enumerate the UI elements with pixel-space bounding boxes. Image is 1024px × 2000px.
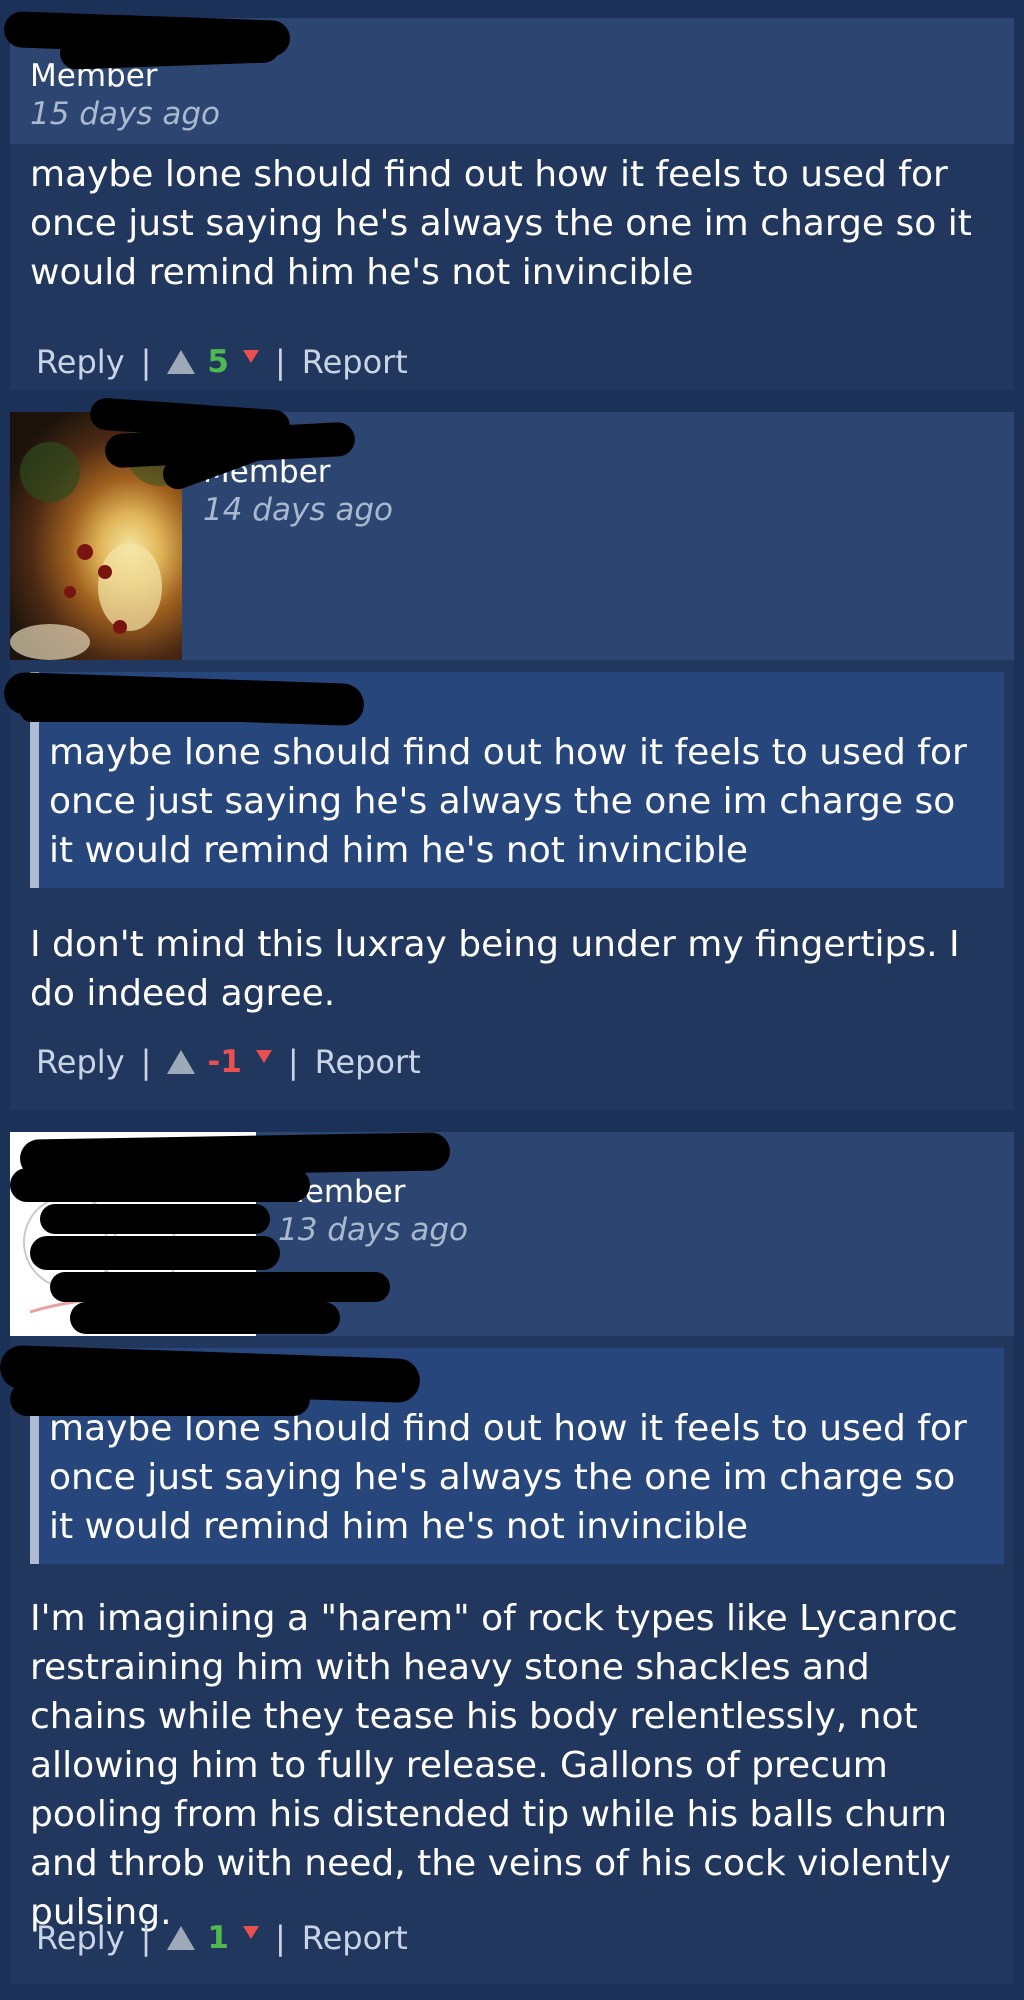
comment-body: maybe lone should find out how it feels … (30, 154, 972, 293)
comment-body: I don't mind this luxray being under my … (30, 924, 960, 1014)
quote-text: maybe lone should find out how it feels … (49, 732, 967, 871)
redaction-mark (10, 1168, 310, 1202)
reply-link[interactable]: Reply (36, 1919, 125, 1957)
upvote-icon[interactable] (167, 1926, 196, 1950)
comment-header: Member 14 days ago (10, 397, 1014, 660)
report-link[interactable]: Report (315, 1043, 421, 1081)
vote-score: 5 (207, 344, 229, 380)
vote-score: 1 (207, 1920, 229, 1956)
reply-link[interactable]: Reply (36, 1043, 125, 1081)
downvote-icon[interactable] (242, 1925, 259, 1939)
comment-card: Member 13 days ago maybe lone should fin… (0, 1132, 1014, 1984)
comment-actions: Reply | -1 | Report (36, 1040, 421, 1084)
comment-body: I'm imagining a "harem" of rock types li… (30, 1598, 958, 1933)
upvote-icon[interactable] (167, 350, 196, 374)
comment-thread: Member 15 days ago maybe lone should fin… (0, 0, 1024, 2000)
comment-actions: Reply | 1 | Report (36, 1916, 408, 1960)
divider: | (140, 1043, 152, 1081)
comment-timestamp: 13 days ago (278, 1212, 468, 1248)
comment-meta: Member 15 days ago (30, 58, 220, 134)
report-link[interactable]: Report (302, 343, 408, 381)
divider: | (274, 343, 286, 381)
redaction-mark (50, 1272, 390, 1302)
divider: | (274, 1919, 286, 1957)
comment-header: Member 13 days ago (10, 1132, 1014, 1336)
redaction-mark (40, 1204, 270, 1234)
redaction-mark (10, 1382, 310, 1416)
comment-card: Member 15 days ago maybe lone should fin… (10, 18, 1014, 390)
downvote-icon[interactable] (242, 349, 259, 363)
vote-score: -1 (207, 1044, 242, 1080)
divider: | (287, 1043, 299, 1081)
redaction-mark (30, 1236, 280, 1270)
divider: | (140, 1919, 152, 1957)
report-link[interactable]: Report (302, 1919, 408, 1957)
redaction-mark (20, 700, 320, 722)
comment-actions: Reply | 5 | Report (36, 340, 408, 384)
reply-link[interactable]: Reply (36, 343, 125, 381)
quote-text: maybe lone should find out how it feels … (49, 1408, 967, 1547)
comment-timestamp: 14 days ago (203, 492, 393, 528)
downvote-icon[interactable] (255, 1049, 272, 1063)
redaction-mark (70, 1302, 340, 1334)
upvote-icon[interactable] (167, 1050, 196, 1074)
comment-card: Member 14 days ago maybe lone should fin… (3, 397, 1014, 1110)
divider: | (140, 343, 152, 381)
comment-timestamp: 15 days ago (30, 96, 220, 132)
